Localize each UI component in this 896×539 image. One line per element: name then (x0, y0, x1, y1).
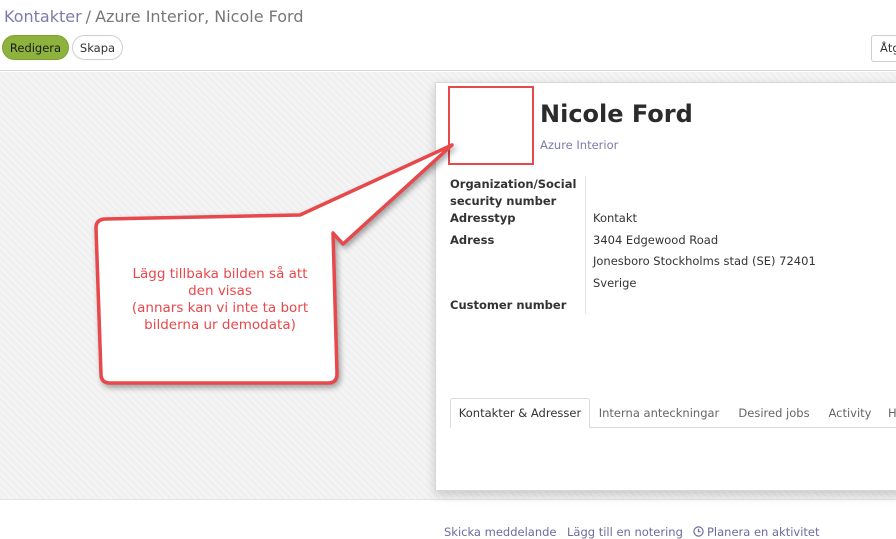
annotation-text: Lägg tillbaka bilden så att den visas (a… (104, 266, 336, 334)
annotation-line-1: Lägg tillbaka bilden så att (132, 266, 308, 282)
annotation-line-4: bilderna ur demodata) (144, 317, 296, 333)
annotation-line-3: (annars kan vi inte ta bort (131, 300, 309, 316)
annotation-line-2: den visas (188, 283, 252, 299)
